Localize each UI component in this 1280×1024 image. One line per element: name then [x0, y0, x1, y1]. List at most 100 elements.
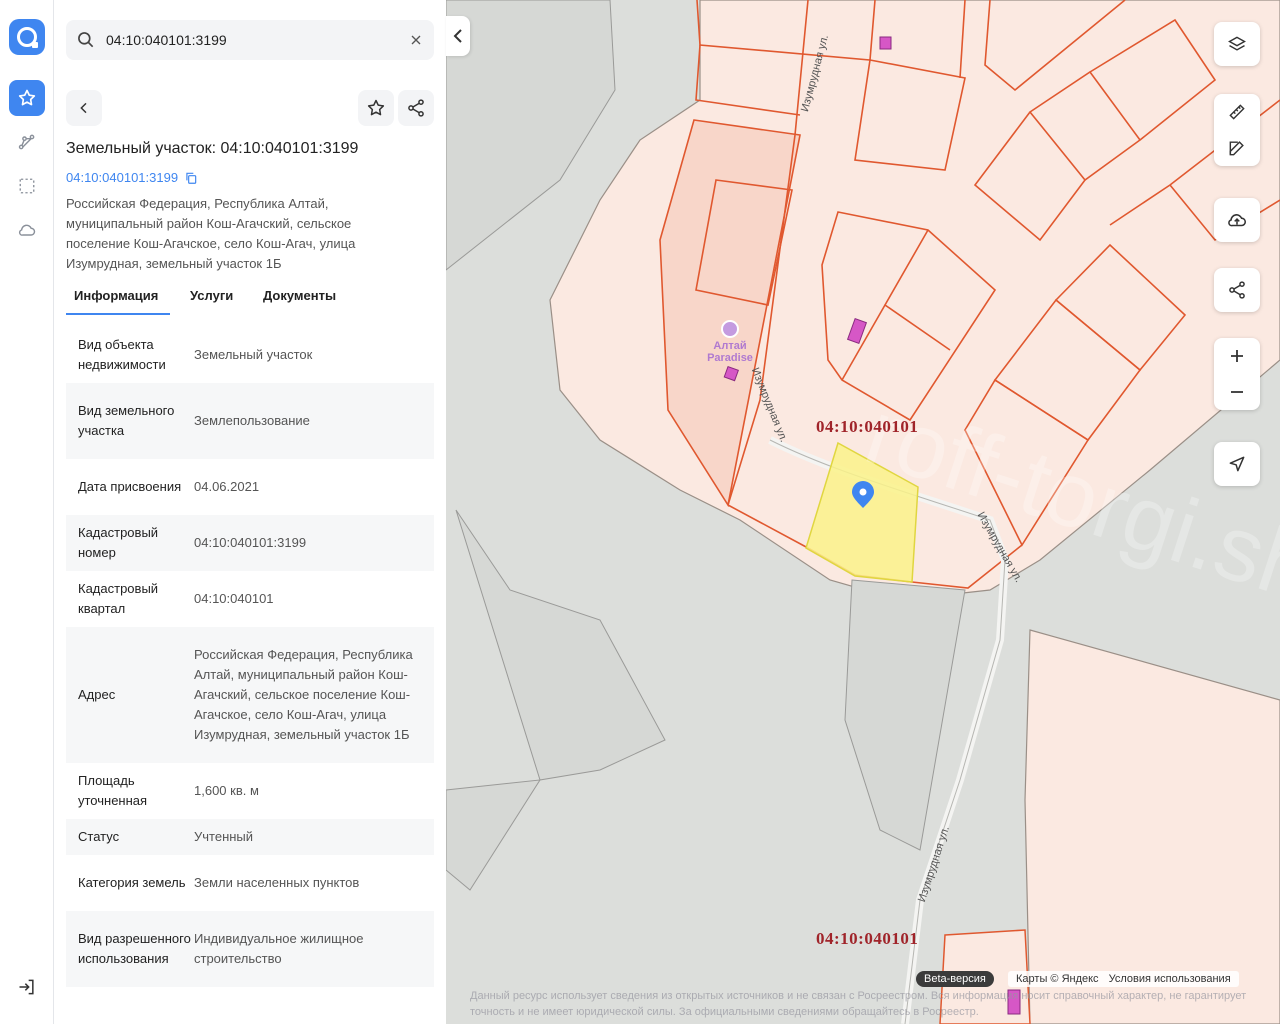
- ruler-button[interactable]: [1214, 94, 1260, 130]
- table-row: Дата присвоения 04.06.2021: [66, 459, 434, 515]
- row-value: Российская Федерация, Республика Алтай, …: [194, 647, 413, 742]
- chevron-left-icon: [453, 29, 462, 43]
- hotel-icon: [721, 320, 739, 338]
- info-panel: Земельный участок: 04:10:040101:3199 04:…: [54, 0, 446, 1024]
- table-row: Статус Учтенный: [66, 819, 434, 855]
- star-icon: [18, 89, 36, 106]
- parcel-southeast: [1024, 629, 1280, 1024]
- favorite-button[interactable]: [358, 90, 394, 126]
- layers-icon: [1228, 36, 1246, 51]
- table-row: Вид объекта недвижимости Земельный участо…: [66, 327, 434, 383]
- search-box: [66, 20, 434, 60]
- route-button[interactable]: [9, 124, 45, 160]
- terrain-area: [446, 509, 666, 891]
- route-icon: [18, 134, 35, 150]
- poi-marker[interactable]: Алтай Paradise: [690, 320, 770, 364]
- zoom-in-icon: [1231, 350, 1243, 362]
- table-row: Площадь уточненная 1,600 кв. м: [66, 763, 434, 819]
- zoom-out-icon: [1231, 391, 1243, 393]
- quarter-label: 04:10:040101: [816, 929, 919, 948]
- left-rail: [0, 0, 54, 1024]
- cloud-icon: [18, 224, 36, 236]
- row-key: Кадастровый квартал: [78, 581, 159, 616]
- address-text: Российская Федерация, Республика Алтай, …: [66, 196, 356, 271]
- tab-services[interactable]: Услуги: [190, 288, 233, 303]
- copy-icon[interactable]: [184, 171, 198, 185]
- row-key: Категория земель: [78, 875, 186, 890]
- row-value: Землепользование: [194, 413, 310, 428]
- share-icon: [1229, 281, 1245, 299]
- map-canvas[interactable]: [446, 0, 1280, 1024]
- beta-badge: Beta-версия: [916, 971, 994, 987]
- map-share-button[interactable]: [1214, 268, 1260, 312]
- cadastral-link[interactable]: 04:10:040101:3199: [66, 170, 198, 185]
- row-key: Вид объекта недвижимости: [78, 337, 166, 372]
- table-row: Адрес Российская Федерация, Республика Ал…: [66, 627, 434, 763]
- logo-icon[interactable]: [9, 19, 45, 55]
- zoom-out-button[interactable]: [1214, 374, 1260, 410]
- close-icon[interactable]: [408, 32, 424, 48]
- table-row: Вид земельного участка Землепользование: [66, 383, 434, 459]
- logout-button[interactable]: [17, 977, 37, 1002]
- row-key: Площадь уточненная: [78, 773, 148, 808]
- select-area-button[interactable]: [9, 168, 45, 204]
- locate-control: [1214, 442, 1260, 486]
- active-tab-indicator: [66, 313, 170, 315]
- tab-documents[interactable]: Документы: [263, 288, 336, 303]
- locate-icon: [1229, 456, 1245, 472]
- map-attribution: Карты © Яндекс Условия использования: [1008, 971, 1239, 987]
- row-value: 04.06.2021: [194, 479, 260, 494]
- page-title: Земельный участок: 04:10:040101:3199: [66, 140, 359, 157]
- row-value: Земли населенных пунктов: [194, 875, 360, 890]
- share-control: [1214, 268, 1260, 312]
- collapse-panel-button[interactable]: [446, 16, 470, 56]
- search-icon[interactable]: [76, 30, 96, 50]
- poi-label: Алтай Paradise: [707, 340, 753, 364]
- locate-button[interactable]: [1214, 442, 1260, 486]
- row-value: Земельный участок: [194, 347, 313, 362]
- search-input[interactable]: [106, 28, 396, 52]
- select-area-icon: [19, 178, 35, 194]
- layers-control: [1214, 22, 1260, 66]
- layers-button[interactable]: [1214, 22, 1260, 66]
- edit-icon: [1229, 141, 1244, 156]
- table-row: Категория земель Земли населенных пунктов: [66, 855, 434, 911]
- logout-icon: [19, 979, 34, 995]
- edit-button[interactable]: [1214, 130, 1260, 166]
- tab-information[interactable]: Информация: [74, 288, 158, 303]
- info-table: Вид объекта недвижимости Земельный участо…: [66, 327, 434, 987]
- row-value: 04:10:040101:3199: [194, 535, 307, 550]
- star-icon: [367, 99, 385, 116]
- share-button[interactable]: [398, 90, 434, 126]
- attribution-text[interactable]: Карты © Яндекс: [1016, 973, 1099, 985]
- row-value: Учтенный: [194, 829, 254, 844]
- row-key: Дата присвоения: [78, 479, 182, 494]
- table-row: Кадастровый номер 04:10:040101:3199: [66, 515, 434, 571]
- row-value: 1,600 кв. м: [194, 783, 259, 798]
- zoom-in-button[interactable]: [1214, 338, 1260, 374]
- terms-link[interactable]: Условия использования: [1109, 973, 1231, 985]
- row-key: Вид разрешенного использования: [78, 931, 191, 966]
- row-key: Статус: [78, 829, 120, 844]
- map-view[interactable]: roff-torgi.shop: [446, 0, 1280, 1024]
- disclaimer-text: Данный ресурс использует сведения из отк…: [470, 990, 1247, 1018]
- back-button[interactable]: [66, 90, 102, 126]
- row-key: Адрес: [78, 687, 116, 702]
- building: [879, 36, 892, 50]
- row-value: Индивидуальное жилищное строительство: [194, 931, 364, 966]
- cloud-button[interactable]: [9, 212, 45, 248]
- quarter-label: 04:10:040101: [816, 417, 919, 436]
- upload-control: [1214, 198, 1260, 242]
- tabs: Информация Услуги Документы: [66, 280, 434, 316]
- table-row: Вид разрешенного использования Индивидуал…: [66, 911, 434, 987]
- zoom-control: [1214, 338, 1260, 410]
- favorites-button[interactable]: [9, 80, 45, 116]
- cadastral-link-label[interactable]: 04:10:040101:3199: [66, 170, 178, 185]
- row-key: Вид земельного участка: [78, 403, 175, 438]
- upload-icon: [1228, 214, 1247, 227]
- upload-button[interactable]: [1214, 198, 1260, 242]
- share-icon: [408, 99, 424, 117]
- row-value: 04:10:040101: [194, 591, 274, 606]
- back-icon: [80, 102, 87, 114]
- table-row: Кадастровый квартал 04:10:040101: [66, 571, 434, 627]
